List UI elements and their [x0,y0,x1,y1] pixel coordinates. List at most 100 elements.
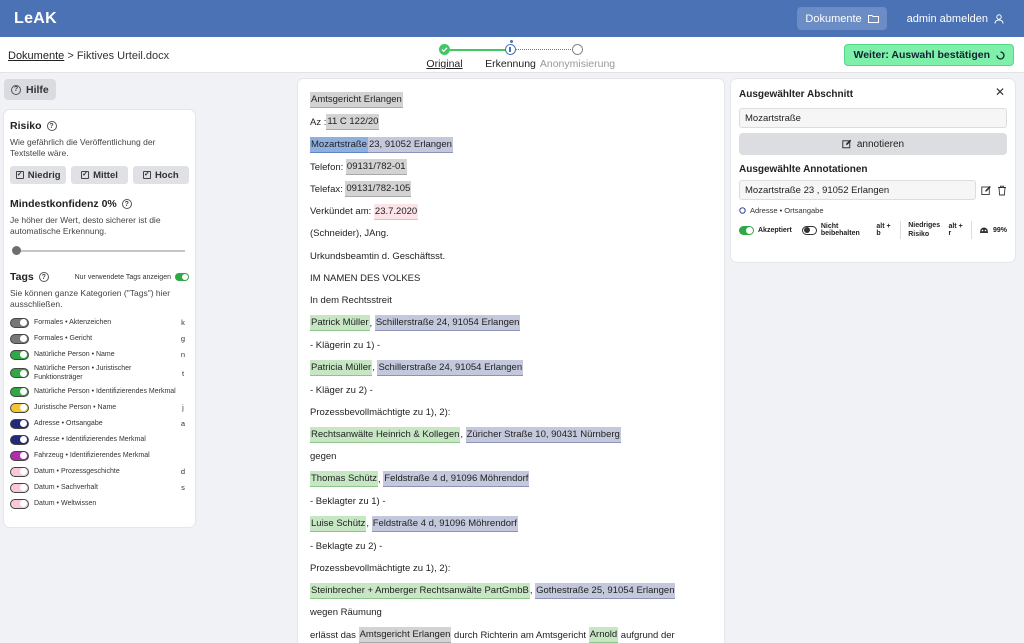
document-viewer[interactable]: Amtsgericht Erlangen Az :11 C 122/20 Mozar… [298,79,724,643]
document-line: - Klägerin zu 1) - [310,334,712,356]
tag-toggle[interactable] [10,434,29,445]
annotation-highlight[interactable]: Schillerstraße 24, 91054 Erlangen [377,359,524,376]
annotation-highlight[interactable]: Schillerstraße 24, 91054 Erlangen [374,315,521,332]
annotation-text-field[interactable]: Mozartstraße 23 , 91052 Erlangen [739,180,976,200]
annotation-highlight[interactable]: Patricia Müller [310,359,373,376]
annotation-highlight[interactable]: 09131/782-01 [345,159,407,176]
slider-track [14,250,185,252]
delete-annotation-icon[interactable] [997,185,1007,196]
stepper-line-upcoming [516,49,573,50]
show-used-toggle-switch[interactable] [175,273,189,281]
accepted-label: Akzeptiert [758,226,792,234]
confirm-selection-button[interactable]: Weiter: Auswahl bestätigen [844,44,1014,66]
annotation-highlight[interactable]: Steinbrecher + Amberger Rechtsanwälte Pa… [310,582,530,599]
annotation-highlight[interactable]: Amtsgericht Erlangen [310,92,403,109]
slider-handle[interactable] [12,246,21,255]
annotation-highlight[interactable]: Feldstraße 4 d, 91096 Möhrendorf [371,515,518,532]
edit-icon [842,139,852,149]
step-label-original[interactable]: Original [426,58,462,70]
annotation-highlight[interactable]: Rechtsanwälte Heinrich & Kollegen [310,426,461,443]
tag-row[interactable]: Juristische Person • Name j [10,401,189,414]
risk-low-button[interactable]: ✓ Niedrig [10,166,67,184]
tag-row[interactable]: Adresse • Ortsangabe a [10,417,189,430]
tags-header: Tags ? Nur verwendete Tags anzeigen [10,271,189,283]
tag-name: Natürliche Person • Identifizierendes Me… [34,388,176,395]
tag-row[interactable]: Natürliche Person • Identifizierendes Me… [10,385,189,398]
risk-medium-button[interactable]: ✓ Mittel [71,166,128,184]
risk-high-button[interactable]: ✓ Hoch [132,166,189,184]
tag-row[interactable]: Adresse • Identifizierendes Merkmal [10,433,189,446]
annotation-highlight[interactable]: 09131/782-105 [345,181,412,198]
annotation-controls: Akzeptiert Nicht beibehalten alt + b Nie… [739,221,1007,239]
breadcrumb-documents-link[interactable]: Dokumente [8,50,64,62]
edit-annotation-icon[interactable] [981,185,992,196]
annotation-highlight[interactable]: Thomas Schütz [310,471,378,488]
annotation-highlight[interactable]: Patrick Müller [310,315,370,332]
tag-toggle[interactable] [10,368,29,378]
accepted-toggle[interactable] [739,225,754,235]
tag-toggle[interactable] [10,482,29,493]
annotation-highlight[interactable]: Feldstraße 4 d, 91096 Möhrendorf [383,471,530,488]
tag-row[interactable]: Datum • Weltwissen [10,497,189,510]
tag-toggle[interactable] [10,466,29,477]
not-keep-toggle[interactable] [801,225,817,235]
annotation-highlight[interactable]: 23, 91052 Erlangen [367,136,453,153]
annotation-highlight[interactable]: Gothestraße 25, 91054 Erlangen [535,582,676,599]
tag-shortcut-key: j [182,403,184,412]
tag-row[interactable]: Fahrzeug • Identifizierendes Merkmal [10,449,189,462]
confidence-info-icon[interactable]: ? [121,199,132,209]
tag-row[interactable]: Natürliche Person • Name n [10,348,189,361]
tag-toggle[interactable] [10,317,29,328]
document-line: Telefax: 09131/782-105 [310,178,712,200]
document-line: - Kläger zu 2) - [310,379,712,401]
document-text-span: wegen Räumung [310,607,382,619]
annotation-highlight[interactable]: Züricher Straße 10, 90431 Nürnberg [465,426,621,443]
app-logo[interactable]: LeAK [14,10,57,28]
tag-toggle[interactable] [10,402,29,413]
tag-toggle[interactable] [10,450,29,461]
step-label-anonymization[interactable]: Anonymisierung [540,58,615,70]
divider [971,221,972,239]
tag-row[interactable]: Formales • Gericht g [10,332,189,345]
step-recognition-current-icon[interactable] [505,44,516,55]
annotation-highlight[interactable]: 23.7.2020 [373,203,419,220]
tag-row[interactable]: Datum • Sachverhalt s [10,481,189,494]
step-original-check-icon[interactable] [439,44,450,55]
not-keep-shortcut: alt + b [876,223,891,237]
annotation-highlight[interactable]: Arnold [588,627,619,643]
tag-row[interactable]: Natürliche Person • Juristischer Funktio… [10,364,189,382]
document-text-span: - Klägerin zu 1) - [310,339,381,351]
annotation-highlight[interactable]: 11 C 122/20 [326,114,380,131]
documents-button[interactable]: Dokumente [797,7,887,30]
tag-toggle[interactable] [10,333,29,344]
show-used-tags-toggle[interactable]: Nur verwendete Tags anzeigen [75,273,189,281]
tag-toggle[interactable] [10,498,29,509]
annotate-button[interactable]: annotieren [739,133,1007,155]
annotation-highlight[interactable]: Mozartstraße [310,136,368,153]
annotation-highlight[interactable]: Luise Schütz [310,515,367,532]
step-anonymization-icon[interactable] [572,44,583,55]
tag-row[interactable]: Datum • Prozessgeschichte d [10,465,189,478]
risk-level-label[interactable]: Niedriges Risiko [908,221,941,239]
confidence-slider[interactable] [10,245,189,257]
logout-button[interactable]: admin abmelden [899,7,1012,30]
tag-shortcut-key: k [181,318,185,327]
step-label-recognition[interactable]: Erkennung [485,58,536,70]
document-text: Amtsgericht Erlangen Az :11 C 122/20 Mozar… [310,89,712,643]
annotation-highlight[interactable]: Amtsgericht Erlangen [358,627,452,643]
stepper-line-done [450,49,511,51]
risk-info-icon[interactable]: ? [46,121,57,131]
tag-toggle[interactable] [10,349,29,360]
tag-toggle[interactable] [10,418,29,429]
close-icon[interactable]: ✕ [995,85,1005,99]
document-text-span: Prozessbevollmächtigte zu 1), 2): [310,562,451,574]
tag-row[interactable]: Formales • Aktenzeichen k [10,316,189,329]
annotation-row: Mozartstraße 23 , 91052 Erlangen [739,180,1007,200]
selected-section-field[interactable]: Mozartstraße [739,108,1007,128]
tag-toggle[interactable] [10,386,29,397]
help-button[interactable]: ? Hilfe [4,79,56,100]
tag-name: Datum • Sachverhalt [34,484,98,491]
document-text-span: In dem Rechtsstreit [310,295,392,307]
risk-high-label: Hoch [154,169,179,181]
tags-info-icon[interactable]: ? [38,272,49,282]
